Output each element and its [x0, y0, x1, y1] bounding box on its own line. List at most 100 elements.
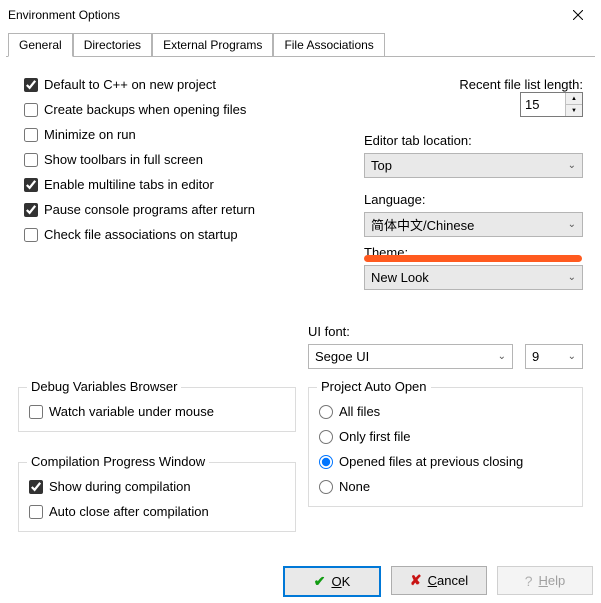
ok-button[interactable]: ✔ OK [283, 566, 381, 597]
tab-general-label: General [19, 38, 62, 52]
editor-tab-select[interactable]: Top ⌄ [364, 153, 583, 178]
recent-count-spinner[interactable]: ▲ ▼ [565, 93, 582, 116]
settings-column: Recent file list length: ▲ ▼ Editor tab … [354, 77, 583, 304]
ui-font-size-value: 9 [532, 349, 539, 364]
ui-font-name-value: Segoe UI [315, 349, 369, 364]
chk-auto-close-label: Auto close after compilation [49, 504, 209, 519]
radio-none-input[interactable] [319, 480, 333, 494]
chk-watch-variable-input[interactable] [29, 405, 43, 419]
chk-auto-close[interactable]: Auto close after compilation [29, 504, 285, 519]
help-button-label: Help [539, 573, 566, 588]
dialog-window: Environment Options General Directories … [0, 0, 601, 603]
tab-directories-label: Directories [84, 38, 141, 52]
compilation-progress-group: Compilation Progress Window Show during … [18, 462, 296, 532]
close-icon [573, 10, 583, 20]
radio-opened-files-input[interactable] [319, 455, 333, 469]
help-button[interactable]: ? Help [497, 566, 593, 595]
close-button[interactable] [563, 0, 593, 30]
chk-toolbars-fullscreen[interactable]: Show toolbars in full screen [24, 152, 354, 167]
radio-opened-files-label: Opened files at previous closing [339, 454, 523, 469]
chk-minimize-on-run[interactable]: Minimize on run [24, 127, 354, 142]
chk-toolbars-fullscreen-label: Show toolbars in full screen [44, 152, 203, 167]
chk-show-compilation-input[interactable] [29, 480, 43, 494]
chevron-down-icon: ⌄ [568, 219, 576, 230]
titlebar: Environment Options [0, 0, 601, 30]
chk-default-cpp-label: Default to C++ on new project [44, 77, 216, 92]
spin-down-icon[interactable]: ▼ [566, 105, 582, 116]
theme-select[interactable]: New Look ⌄ [364, 265, 583, 290]
ui-font-name-select[interactable]: Segoe UI ⌄ [308, 344, 513, 369]
editor-tab-label: Editor tab location: [364, 133, 583, 148]
radio-first-file-label: Only first file [339, 429, 411, 444]
ui-font-size-select[interactable]: 9 ⌄ [525, 344, 583, 369]
radio-none-label: None [339, 479, 370, 494]
tab-content: Default to C++ on new project Create bac… [0, 57, 601, 540]
chevron-down-icon: ⌄ [568, 160, 576, 171]
help-icon: ? [525, 573, 533, 589]
theme-value: New Look [371, 270, 429, 285]
cancel-button-label: Cancel [428, 573, 468, 588]
chk-create-backups[interactable]: Create backups when opening files [24, 102, 354, 117]
chk-multiline-tabs[interactable]: Enable multiline tabs in editor [24, 177, 354, 192]
check-icon: ✔ [314, 573, 326, 590]
project-auto-open-group: Project Auto Open All files Only first f… [308, 387, 583, 507]
ui-font-label: UI font: [308, 324, 583, 339]
tab-file-associations-label: File Associations [284, 38, 373, 52]
recent-count[interactable]: ▲ ▼ [520, 92, 583, 117]
tab-external-programs[interactable]: External Programs [152, 33, 273, 57]
chk-minimize-on-run-input[interactable] [24, 128, 38, 142]
radio-first-file[interactable]: Only first file [319, 429, 572, 444]
chk-pause-console[interactable]: Pause console programs after return [24, 202, 354, 217]
chk-toolbars-fullscreen-input[interactable] [24, 153, 38, 167]
language-label: Language: [364, 192, 583, 207]
chk-auto-close-input[interactable] [29, 505, 43, 519]
radio-first-file-input[interactable] [319, 430, 333, 444]
chk-minimize-on-run-label: Minimize on run [44, 127, 136, 142]
radio-all-files[interactable]: All files [319, 404, 572, 419]
tab-file-associations[interactable]: File Associations [273, 33, 384, 57]
chk-check-assoc[interactable]: Check file associations on startup [24, 227, 354, 242]
chevron-down-icon: ⌄ [498, 351, 506, 362]
chk-create-backups-label: Create backups when opening files [44, 102, 246, 117]
chk-pause-console-input[interactable] [24, 203, 38, 217]
chk-watch-variable[interactable]: Watch variable under mouse [29, 404, 285, 419]
chk-default-cpp[interactable]: Default to C++ on new project [24, 77, 354, 92]
radio-all-files-input[interactable] [319, 405, 333, 419]
options-column: Default to C++ on new project Create bac… [18, 77, 354, 304]
chk-show-compilation[interactable]: Show during compilation [29, 479, 285, 494]
chk-check-assoc-input[interactable] [24, 228, 38, 242]
chk-multiline-tabs-label: Enable multiline tabs in editor [44, 177, 214, 192]
chk-watch-variable-label: Watch variable under mouse [49, 404, 214, 419]
highlight-annotation [364, 255, 582, 262]
window-title: Environment Options [8, 8, 563, 22]
debug-variables-title: Debug Variables Browser [27, 379, 181, 394]
chk-default-cpp-input[interactable] [24, 78, 38, 92]
tab-bar: General Directories External Programs Fi… [6, 30, 595, 57]
chevron-down-icon: ⌄ [568, 351, 576, 362]
recent-label: Recent file list length: [459, 77, 583, 92]
radio-none[interactable]: None [319, 479, 572, 494]
ok-button-label: OK [331, 574, 350, 589]
tab-directories[interactable]: Directories [73, 33, 152, 57]
x-icon: ✘ [410, 572, 422, 589]
chk-pause-console-label: Pause console programs after return [44, 202, 255, 217]
chk-show-compilation-label: Show during compilation [49, 479, 191, 494]
tab-general[interactable]: General [8, 33, 73, 57]
tab-external-programs-label: External Programs [163, 38, 262, 52]
chevron-down-icon: ⌄ [568, 272, 576, 283]
language-select[interactable]: 简体中文/Chinese ⌄ [364, 212, 583, 237]
radio-opened-files[interactable]: Opened files at previous closing [319, 454, 572, 469]
language-value: 简体中文/Chinese [371, 215, 474, 234]
compilation-progress-title: Compilation Progress Window [27, 454, 209, 469]
radio-all-files-label: All files [339, 404, 380, 419]
button-bar: ✔ OK ✘ Cancel ? Help [283, 566, 593, 597]
chk-multiline-tabs-input[interactable] [24, 178, 38, 192]
chk-create-backups-input[interactable] [24, 103, 38, 117]
cancel-button[interactable]: ✘ Cancel [391, 566, 487, 595]
spin-up-icon[interactable]: ▲ [566, 93, 582, 105]
chk-check-assoc-label: Check file associations on startup [44, 227, 238, 242]
debug-variables-group: Debug Variables Browser Watch variable u… [18, 387, 296, 432]
editor-tab-value: Top [371, 158, 392, 173]
recent-count-input[interactable] [521, 93, 565, 116]
project-auto-open-title: Project Auto Open [317, 379, 431, 394]
